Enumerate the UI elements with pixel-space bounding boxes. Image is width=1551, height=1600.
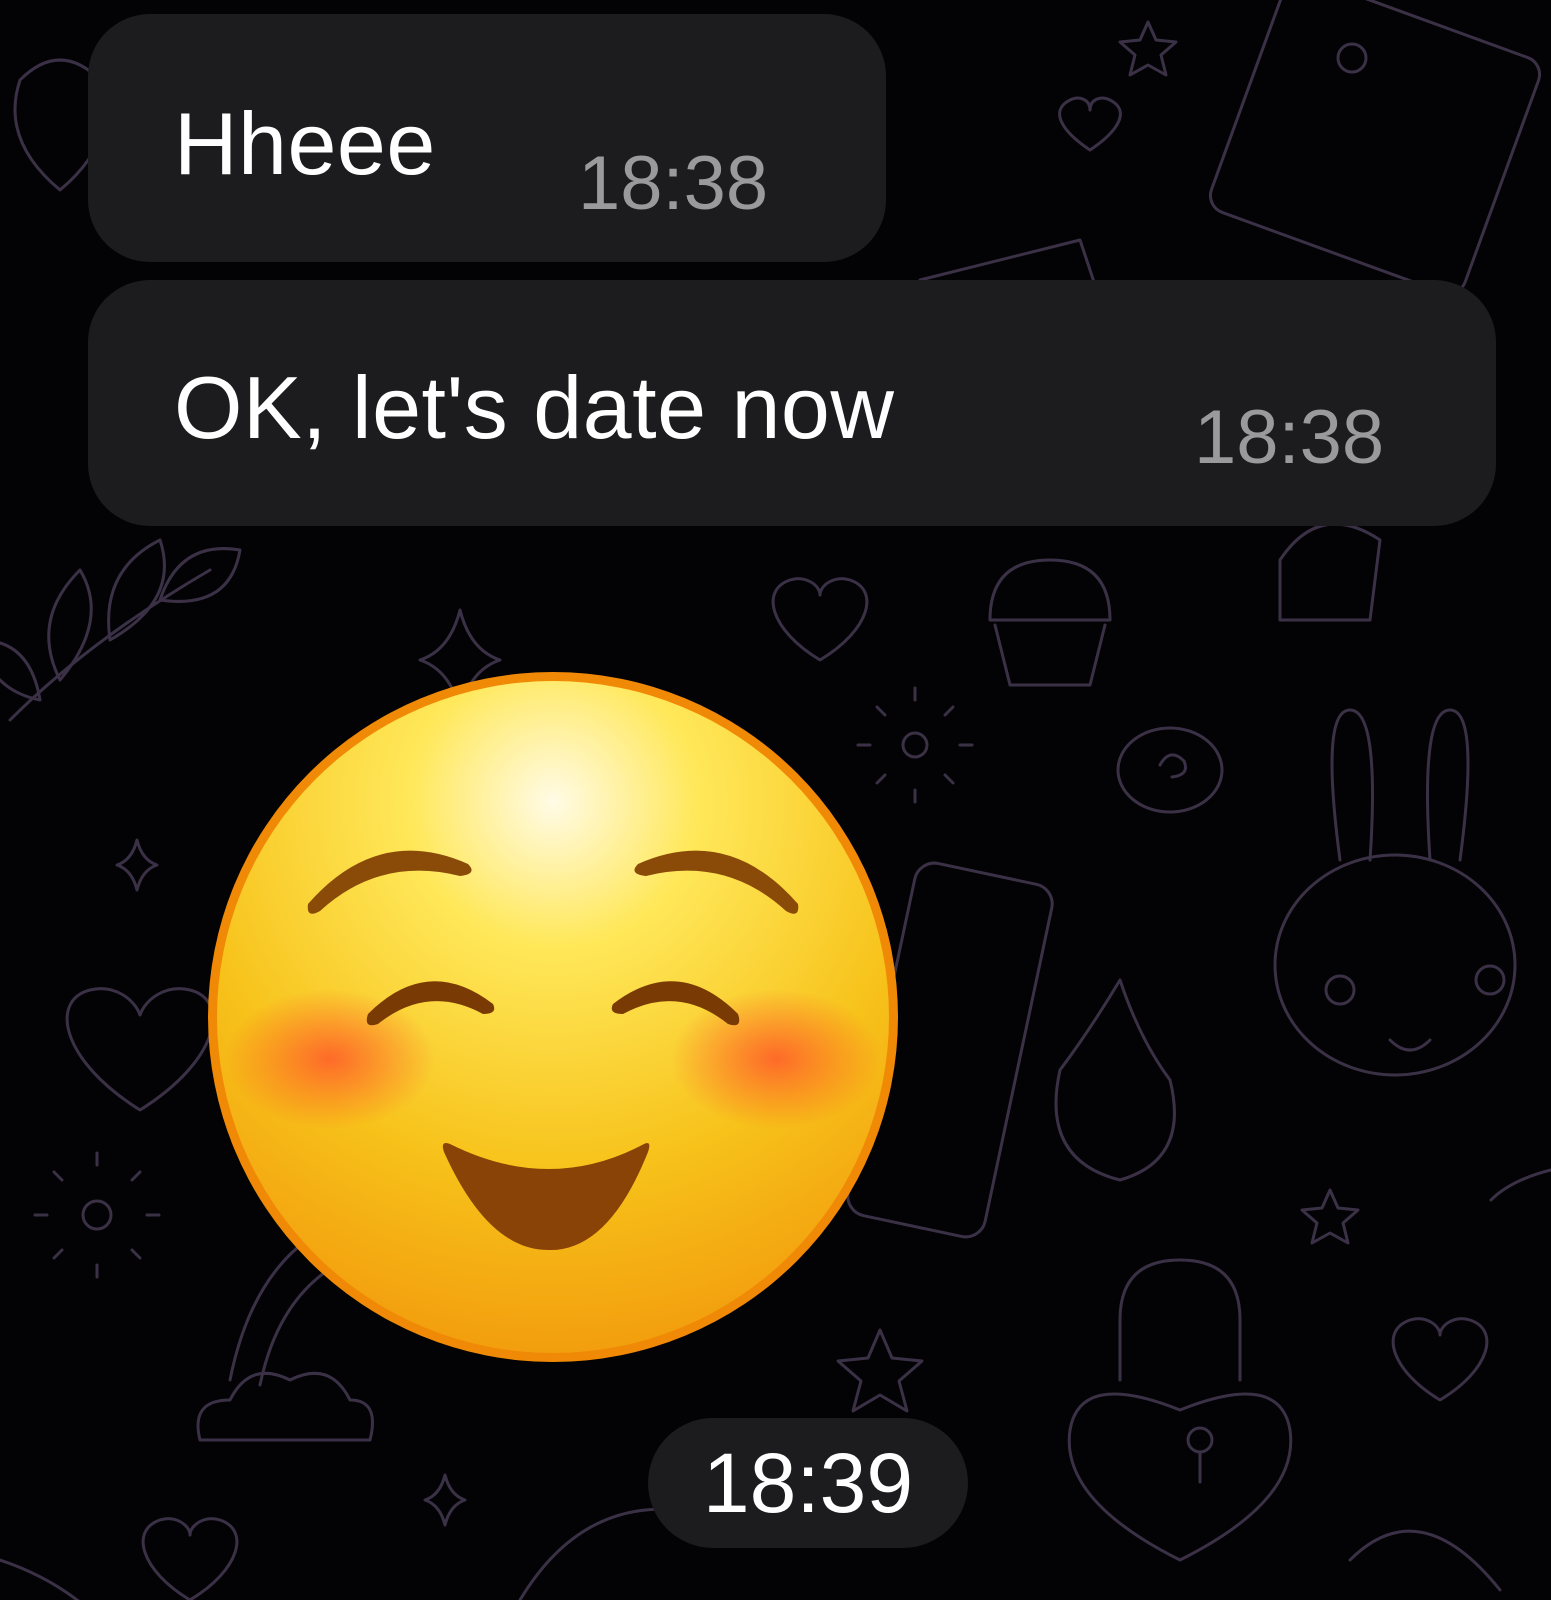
message-bubble[interactable]: OK, let's date now 18:38 [88,280,1496,526]
sparkle-doodle [423,1473,467,1527]
cupcake-doodle [988,558,1112,687]
sparkle-doodle [115,838,159,892]
sticker-timestamp: 18:39 [648,1418,968,1548]
message-timestamp: 18:38 [578,141,769,226]
emoji-blush-right [671,989,881,1129]
photo-frame-doodle [1208,0,1542,296]
smiling-face-with-blush-emoji[interactable] [200,664,906,1370]
message-text: Hheee [174,94,436,193]
flame-doodle [1054,978,1176,1182]
message-timestamp: 18:38 [1194,395,1385,480]
heart-doodle [1391,1317,1489,1402]
padlock-doodle [1118,1258,1242,1382]
heart-doodle [141,1517,239,1600]
lace-heart-doodle [65,987,215,1112]
star-doodle [1118,20,1178,77]
message-text: OK, let's date now [174,358,895,457]
star-doodle [1300,1188,1360,1245]
sun-doodle [81,1199,113,1231]
chat-view: Hheee 18:38 OK, let's date now 18:38 18:… [0,0,1551,1600]
cinnamon-roll-doodle [1116,726,1224,814]
message-bubble[interactable]: Hheee 18:38 [88,14,886,262]
chocolate-box-doodle [1278,522,1382,622]
heart-doodle [1058,96,1122,152]
heart-doodle [771,577,869,662]
sun-doodle [901,731,929,759]
bunny-doodle [1330,708,1470,862]
emoji-blush-left [225,989,435,1129]
